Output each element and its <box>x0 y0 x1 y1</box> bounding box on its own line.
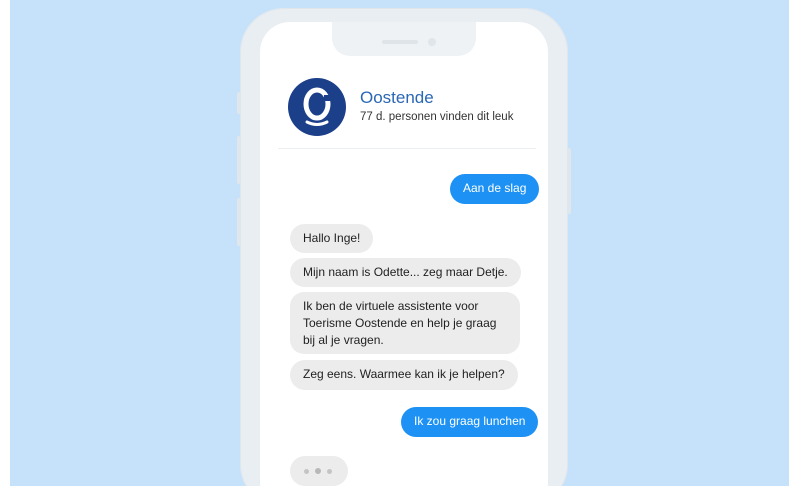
page-name[interactable]: Oostende <box>360 88 434 108</box>
typing-dot-icon <box>304 469 309 474</box>
typing-dot-icon <box>327 469 332 474</box>
phone-frame: Oostende 77 d. personen vinden dit leuk … <box>237 8 571 486</box>
message-bot-greeting: Hallo Inge! <box>290 224 374 253</box>
volume-up-button <box>237 136 241 184</box>
power-button <box>567 148 571 214</box>
chat-header: Oostende 77 d. personen vinden dit leuk <box>288 78 538 138</box>
typing-dot-icon <box>315 468 321 474</box>
header-divider <box>278 148 536 149</box>
typing-indicator <box>290 456 348 486</box>
background: Oostende 77 d. personen vinden dit leuk … <box>10 0 789 486</box>
speaker-grille <box>382 40 418 44</box>
message-bot-introduction: Mijn naam is Odette... zeg maar Detje. <box>290 258 521 287</box>
mute-switch <box>237 92 241 114</box>
chat-screen: Oostende 77 d. personen vinden dit leuk … <box>260 22 548 486</box>
message-bot-assistant-info: Ik ben de virtuele assistente voor Toeri… <box>290 292 520 354</box>
message-user-lunch[interactable]: Ik zou graag lunchen <box>401 407 539 437</box>
oostende-logo-icon[interactable] <box>288 78 346 136</box>
camera-icon <box>428 38 436 46</box>
volume-down-button <box>237 198 241 246</box>
message-user-get-started[interactable]: Aan de slag <box>450 174 540 204</box>
message-bot-question: Zeg eens. Waarmee kan ik je helpen? <box>290 360 518 390</box>
likes-count: 77 d. personen vinden dit leuk <box>360 111 514 123</box>
phone-notch <box>332 22 476 56</box>
